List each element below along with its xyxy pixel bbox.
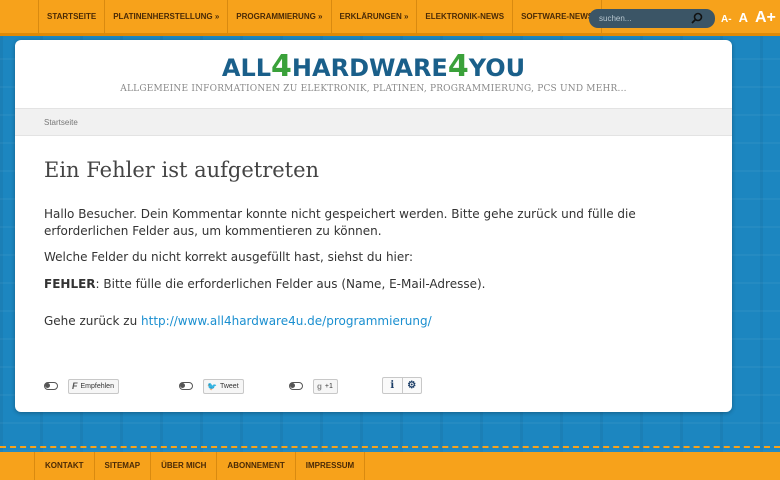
breadcrumb-home[interactable]: Startseite: [44, 118, 78, 127]
logo-part-hardware: HARDWARE: [291, 54, 448, 82]
footer-item-ueber-mich[interactable]: Über mich: [151, 452, 218, 480]
gplus-icon: g: [317, 381, 322, 391]
facebook-like-button[interactable]: F Empfehlen: [68, 378, 119, 394]
nav-item-erklaerungen[interactable]: Erklärungen »: [332, 0, 418, 35]
nav-item-elektronik-news[interactable]: Elektronik-News: [417, 0, 514, 35]
logo-four-1: 4: [271, 49, 292, 84]
font-decrease-button[interactable]: A-: [721, 14, 732, 25]
search-icon[interactable]: [691, 12, 703, 24]
font-increase-button[interactable]: A+: [755, 9, 776, 27]
error-detail: FEHLER: Bitte fülle die erforderlichen F…: [44, 276, 485, 293]
logo-part-you: YOU: [468, 54, 526, 82]
logo-part-all: ALL: [221, 54, 272, 82]
logo-four-2: 4: [447, 49, 469, 84]
facebook-toggle[interactable]: [44, 382, 58, 390]
nav-item-startseite[interactable]: Startseite: [38, 0, 106, 35]
font-size-controls: A- A A+: [721, 9, 776, 27]
gplus-label: +1: [324, 382, 333, 390]
twitter-bird-icon: 🐦: [207, 381, 217, 391]
twitter-share: 🐦 Tweet: [179, 378, 244, 394]
footer-item-kontakt[interactable]: Kontakt: [34, 452, 95, 480]
share-info-box: i ⚙: [382, 377, 422, 394]
facebook-share: F Empfehlen: [44, 378, 119, 394]
site-tagline: ALLGEMEINE INFORMATIONEN ZU ELEKTRONIK, …: [120, 84, 627, 94]
footer-nav: Kontakt Sitemap Über mich Abonnement Imp…: [0, 452, 780, 480]
gplus-share: g +1: [289, 378, 338, 394]
gplus-button[interactable]: g +1: [313, 378, 338, 394]
footer-item-abonnement[interactable]: Abonnement: [217, 452, 296, 480]
settings-button[interactable]: ⚙: [401, 378, 422, 393]
fields-hint: Welche Felder du nicht korrekt ausgefüll…: [44, 250, 414, 264]
info-button[interactable]: i: [383, 378, 402, 393]
footer-item-sitemap[interactable]: Sitemap: [95, 452, 152, 480]
gear-icon: ⚙: [407, 380, 417, 391]
search-input[interactable]: [599, 11, 691, 26]
search-box: [589, 9, 715, 28]
logo[interactable]: ALL4HARDWARE4YOU: [15, 52, 732, 82]
gplus-toggle[interactable]: [289, 382, 303, 390]
back-link[interactable]: http://www.all4hardware4u.de/programmier…: [141, 314, 432, 328]
tweet-label: Tweet: [219, 382, 239, 390]
nav-item-programmierung[interactable]: Programmierung »: [228, 0, 332, 35]
twitter-toggle[interactable]: [179, 382, 193, 390]
main-card: ALL4HARDWARE4YOU ALLGEMEINE INFORMATIONE…: [15, 40, 732, 412]
font-reset-button[interactable]: A: [739, 10, 748, 25]
back-prefix: Gehe zurück zu: [44, 314, 142, 328]
error-text: : Bitte fülle die erforderlichen Felder …: [95, 277, 486, 291]
back-line: Gehe zurück zu http://www.all4hardware4u…: [44, 313, 432, 330]
error-label: FEHLER: [44, 277, 96, 291]
breadcrumb-bar: Startseite: [15, 108, 732, 136]
facebook-icon: F: [72, 381, 78, 391]
footer-divider: [0, 446, 780, 448]
error-message: Hallo Besucher. Dein Kommentar konnte ni…: [44, 207, 636, 238]
nav-item-platinenherstellung[interactable]: Platinenherstellung »: [105, 0, 229, 35]
tweet-button[interactable]: 🐦 Tweet: [203, 378, 244, 394]
page-title: Ein Fehler ist aufgetreten: [44, 158, 320, 182]
facebook-label: Empfehlen: [80, 382, 114, 390]
footer-item-impressum[interactable]: Impressum: [296, 452, 366, 480]
